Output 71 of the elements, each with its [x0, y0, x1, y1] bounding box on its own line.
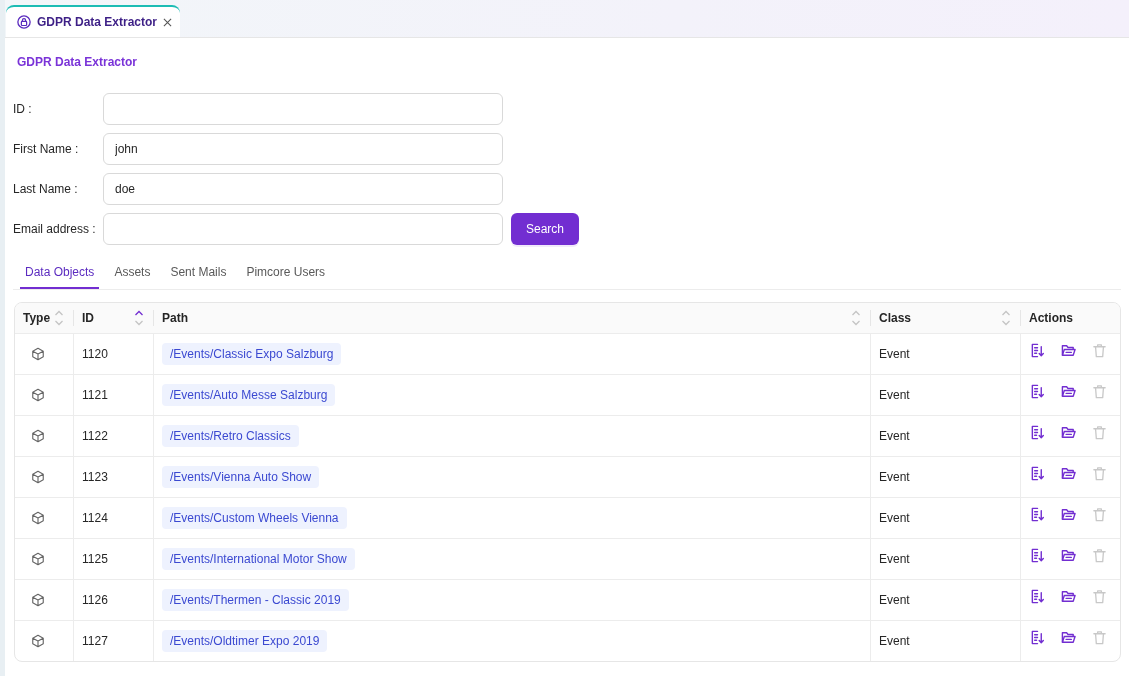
class-cell: Event [879, 552, 910, 566]
cube-icon [31, 388, 45, 402]
path-link[interactable]: /Events/International Motor Show [162, 548, 355, 570]
path-link[interactable]: /Events/Classic Expo Salzburg [162, 343, 342, 365]
folder-icon[interactable] [1061, 548, 1076, 563]
id-cell: 1120 [82, 347, 108, 361]
input-field[interactable]: john [103, 133, 503, 165]
cube-icon [31, 511, 45, 525]
cube-icon [31, 552, 45, 566]
path-link[interactable]: /Events/Thermen - Classic 2019 [162, 589, 349, 611]
path-link[interactable]: /Events/Custom Wheels Vienna [162, 507, 347, 529]
id-cell: 1121 [82, 388, 108, 402]
page-title: GDPR Data Extractor [17, 55, 138, 69]
file-arrow-down-icon[interactable] [1030, 507, 1045, 522]
folder-icon[interactable] [1061, 507, 1076, 522]
id-cell: 1123 [82, 470, 108, 484]
class-cell: Event [879, 470, 910, 484]
class-cell: Event [879, 429, 910, 443]
field-label: Last Name : [13, 182, 79, 196]
column-header[interactable]: Type [23, 311, 51, 325]
field-label: Email address : [13, 222, 97, 236]
file-arrow-down-icon[interactable] [1030, 343, 1045, 358]
file-arrow-down-icon[interactable] [1030, 589, 1045, 604]
result-tab[interactable]: Pimcore Users [241, 258, 331, 289]
cube-icon [31, 470, 45, 484]
folder-icon[interactable] [1061, 425, 1076, 440]
search-button[interactable]: Search [511, 213, 579, 245]
folder-icon[interactable] [1061, 630, 1076, 645]
id-cell: 1124 [82, 511, 108, 525]
path-link[interactable]: /Events/Auto Messe Salzburg [162, 384, 336, 406]
id-cell: 1122 [82, 429, 108, 443]
document-tab[interactable]: GDPR Data Extractor [6, 5, 180, 37]
cube-icon [31, 429, 45, 443]
class-cell: Event [879, 593, 910, 607]
class-cell: Event [879, 388, 910, 402]
id-cell: 1127 [82, 634, 108, 648]
file-arrow-down-icon[interactable] [1030, 548, 1045, 563]
sort-icon[interactable] [134, 309, 144, 327]
file-arrow-down-icon[interactable] [1030, 466, 1045, 481]
id-cell: 1125 [82, 552, 108, 566]
result-tab[interactable]: Sent Mails [165, 258, 232, 289]
input-field[interactable] [103, 93, 503, 125]
field-label: First Name : [13, 142, 80, 156]
close-icon[interactable] [163, 17, 173, 27]
input-field[interactable]: doe [103, 173, 503, 205]
class-cell: Event [879, 634, 910, 648]
column-header: Actions [1029, 311, 1073, 325]
id-cell: 1126 [82, 593, 108, 607]
cube-icon [31, 347, 45, 361]
folder-icon[interactable] [1061, 466, 1076, 481]
file-arrow-down-icon[interactable] [1030, 425, 1045, 440]
file-arrow-down-icon[interactable] [1030, 384, 1045, 399]
class-cell: Event [879, 347, 910, 361]
cube-icon [31, 634, 45, 648]
result-tab[interactable]: Assets [109, 258, 156, 289]
folder-icon[interactable] [1061, 343, 1076, 358]
folder-icon[interactable] [1061, 384, 1076, 399]
path-link[interactable]: /Events/Retro Classics [162, 425, 299, 447]
class-cell: Event [879, 511, 910, 525]
field-label: ID : [13, 102, 33, 116]
result-tab[interactable]: Data Objects [20, 258, 100, 289]
path-link[interactable]: /Events/Vienna Auto Show [162, 466, 320, 488]
file-arrow-down-icon[interactable] [1030, 630, 1045, 645]
column-header[interactable]: Class [879, 311, 912, 325]
folder-icon[interactable] [1061, 589, 1076, 604]
cube-icon [31, 593, 45, 607]
column-header[interactable]: Path [162, 311, 188, 325]
path-link[interactable]: /Events/Oldtimer Expo 2019 [162, 630, 328, 652]
input-field[interactable] [103, 213, 503, 245]
column-header[interactable]: ID [82, 311, 94, 325]
lock-icon [17, 15, 31, 29]
